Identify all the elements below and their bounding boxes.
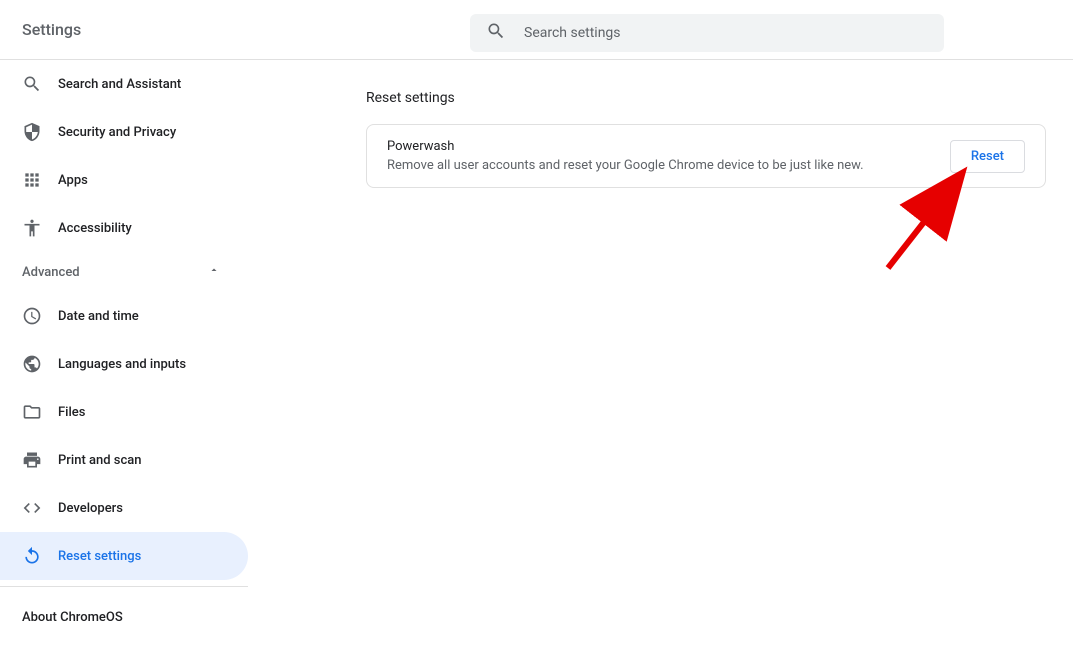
code-icon [22,498,42,518]
reset-icon [22,546,42,566]
sidebar-item-search-assistant[interactable]: Search and Assistant [0,60,248,108]
sidebar-item-security-privacy[interactable]: Security and Privacy [0,108,248,156]
section-title: Reset settings [366,90,1046,106]
advanced-toggle[interactable]: Advanced [0,252,248,292]
sidebar-item-apps[interactable]: Apps [0,156,248,204]
sidebar-item-label: Accessibility [58,221,132,236]
sidebar-item-developers[interactable]: Developers [0,484,248,532]
reset-button[interactable]: Reset [950,140,1025,173]
divider [0,586,248,587]
print-icon [22,450,42,470]
search-input[interactable] [524,25,928,41]
sidebar-item-files[interactable]: Files [0,388,248,436]
card-title: Powerwash [387,139,864,154]
clock-icon [22,306,42,326]
card-description: Remove all user accounts and reset your … [387,158,864,173]
folder-icon [22,402,42,422]
sidebar: Search and Assistant Security and Privac… [0,60,248,668]
sidebar-item-languages[interactable]: Languages and inputs [0,340,248,388]
sidebar-item-label: Apps [58,173,88,188]
sidebar-item-label: Languages and inputs [58,357,186,372]
shield-icon [22,122,42,142]
sidebar-item-label: Security and Privacy [58,125,176,140]
sidebar-item-label: Search and Assistant [58,77,181,92]
chevron-up-icon [208,264,220,280]
sidebar-item-date-time[interactable]: Date and time [0,292,248,340]
sidebar-item-print-scan[interactable]: Print and scan [0,436,248,484]
main-content: Reset settings Powerwash Remove all user… [248,60,1073,668]
sidebar-item-label: Date and time [58,309,139,324]
globe-icon [22,354,42,374]
sidebar-item-reset-settings[interactable]: Reset settings [0,532,248,580]
sidebar-item-label: Developers [58,501,123,516]
apps-icon [22,170,42,190]
accessibility-icon [22,218,42,238]
sidebar-item-label: Print and scan [58,453,142,468]
search-icon [486,21,524,45]
about-label: About ChromeOS [22,610,123,625]
page-title: Settings [22,20,81,39]
sidebar-item-label: Files [58,405,85,420]
sidebar-item-accessibility[interactable]: Accessibility [0,204,248,252]
advanced-label: Advanced [22,265,80,280]
sidebar-item-about[interactable]: About ChromeOS [0,593,248,641]
header: Settings [0,0,1073,60]
search-box[interactable] [470,14,944,52]
sidebar-item-label: Reset settings [58,549,141,564]
powerwash-card: Powerwash Remove all user accounts and r… [366,124,1046,188]
search-icon [22,74,42,94]
